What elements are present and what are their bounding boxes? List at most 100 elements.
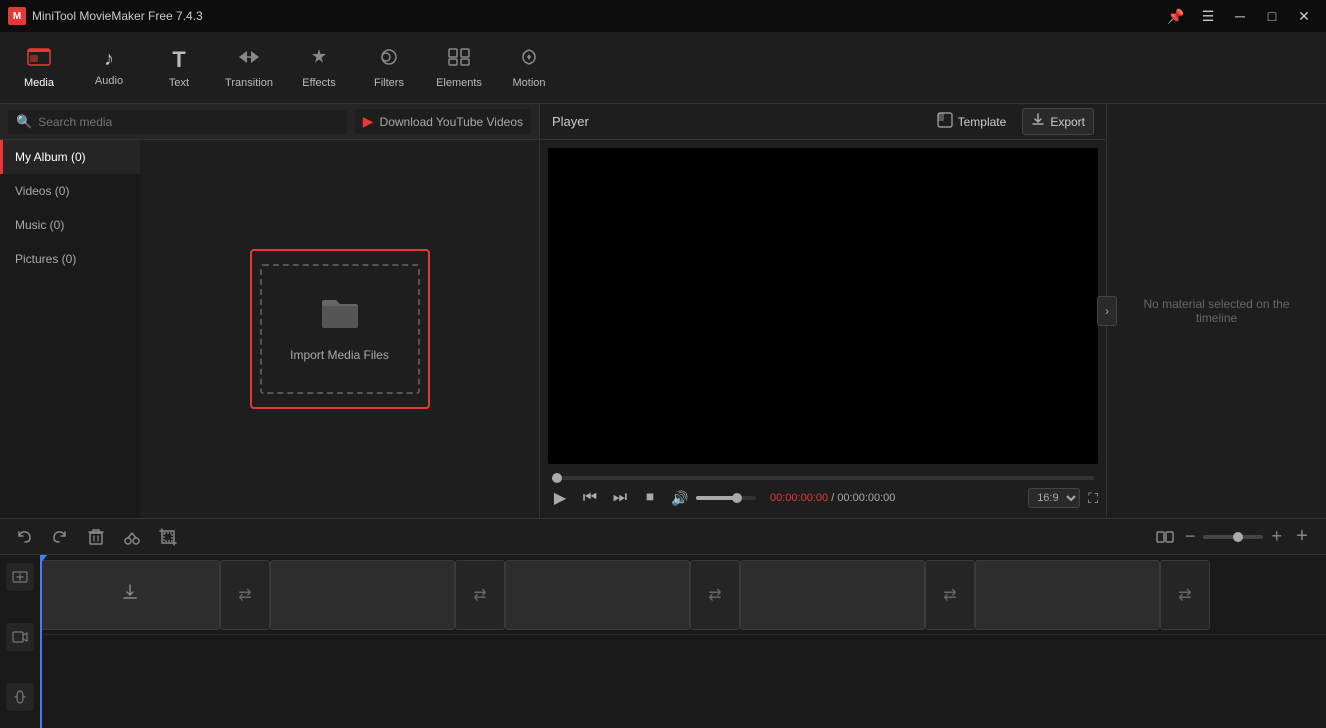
toolbar-item-filters[interactable]: Filters (354, 36, 424, 100)
template-label: Template (958, 115, 1007, 129)
track-labels (0, 555, 40, 728)
template-button[interactable]: Template (929, 108, 1015, 135)
maximize-button[interactable]: □ (1258, 6, 1286, 26)
zoom-handle[interactable] (1233, 532, 1243, 542)
right-area: Player Template (540, 104, 1326, 518)
motion-label: Motion (512, 77, 545, 89)
effects-label: Effects (302, 77, 335, 89)
pin-button[interactable]: 📌 (1162, 6, 1190, 26)
toolbar-item-audio[interactable]: ♪ Audio (74, 36, 144, 100)
audio-track-icon[interactable] (6, 683, 34, 711)
playhead (40, 555, 42, 728)
export-label: Export (1050, 115, 1085, 129)
fullscreen-button[interactable]: ⛶ (1088, 490, 1098, 507)
zoom-slider[interactable] (1203, 535, 1263, 539)
time-current: 00:00:00:00 (770, 492, 828, 504)
add-media-icon[interactable] (6, 563, 34, 591)
search-bar: 🔍 ▶ Download YouTube Videos (0, 104, 539, 140)
undo-button[interactable] (12, 525, 36, 549)
close-button[interactable]: ✕ (1290, 6, 1318, 26)
prev-button[interactable]: ⏮ (578, 486, 602, 510)
segment-download-icon (120, 582, 140, 607)
track-segment-transition-5[interactable]: ⇄ (1160, 560, 1210, 630)
add-track-button[interactable]: + (1290, 525, 1314, 549)
redo-button[interactable] (48, 525, 72, 549)
timeline-tracks: ⇄ ⇄ ⇄ ⇄ (0, 555, 1326, 728)
import-label: Import Media Files (290, 348, 389, 362)
track-segment-3[interactable] (505, 560, 690, 630)
motion-icon (517, 47, 541, 73)
timeline-area: − + + (0, 518, 1326, 728)
search-icon: 🔍 (16, 114, 32, 130)
effects-icon (307, 47, 331, 73)
properties-panel: › No material selected on the timeline (1106, 104, 1326, 518)
track-segment-5[interactable] (975, 560, 1160, 630)
track-segment-main[interactable] (40, 560, 220, 630)
youtube-download-button[interactable]: ▶ Download YouTube Videos (355, 109, 531, 134)
zoom-in-button[interactable]: + (1271, 526, 1282, 547)
sidebar-item-my-album[interactable]: My Album (0) (0, 140, 140, 174)
transition-icon-2: ⇄ (473, 585, 486, 605)
progress-bar[interactable] (552, 476, 1094, 480)
playhead-marker (40, 555, 47, 563)
toolbar-item-media[interactable]: Media (4, 36, 74, 100)
media-icon (27, 47, 51, 73)
menu-button[interactable]: ☰ (1194, 6, 1222, 26)
timeline-toolbar: − + + (0, 519, 1326, 555)
player-section: Player Template (540, 104, 1326, 518)
video-track-icon[interactable] (6, 623, 34, 651)
progress-handle[interactable] (552, 473, 562, 483)
toolbar-item-text[interactable]: T Text (144, 36, 214, 100)
sidebar-item-videos[interactable]: Videos (0) (0, 174, 140, 208)
elements-label: Elements (436, 77, 482, 89)
search-input[interactable] (38, 115, 339, 129)
app-logo: M (8, 7, 26, 25)
transition-label: Transition (225, 77, 273, 89)
crop-button[interactable] (156, 525, 180, 549)
import-media-button[interactable]: Import Media Files (250, 249, 430, 409)
zoom-out-button[interactable]: − (1185, 526, 1196, 547)
track-segment-transition-3[interactable]: ⇄ (690, 560, 740, 630)
export-button[interactable]: Export (1022, 108, 1094, 135)
control-left: ▶ ⏮ ⏭ ⏹ 🔊 (548, 486, 895, 510)
aspect-ratio-select[interactable]: 16:9 9:16 4:3 1:1 (1028, 488, 1080, 508)
export-icon (1031, 113, 1045, 130)
media-label: Media (24, 77, 54, 89)
player-header: Player Template (540, 104, 1106, 140)
sidebar-item-music[interactable]: Music (0) (0, 208, 140, 242)
volume-handle[interactable] (732, 493, 742, 503)
toolbar-item-elements[interactable]: Elements (424, 36, 494, 100)
toolbar-item-motion[interactable]: Motion (494, 36, 564, 100)
minimize-button[interactable]: ─ (1226, 6, 1254, 26)
play-button[interactable]: ▶ (548, 486, 572, 510)
volume-icon[interactable]: 🔊 (668, 486, 692, 510)
video-track-row: ⇄ ⇄ ⇄ ⇄ (40, 555, 1326, 635)
elements-icon (447, 47, 471, 73)
transition-icon-1: ⇄ (238, 585, 251, 605)
audio-track-row (40, 635, 1326, 685)
timeline-toolbar-right: − + + (1153, 525, 1314, 549)
title-bar-controls: 📌 ☰ ─ □ ✕ (1162, 6, 1318, 26)
player-actions: Template Export (929, 108, 1094, 135)
filters-icon (377, 47, 401, 73)
toolbar-item-effects[interactable]: Effects (284, 36, 354, 100)
volume-slider[interactable] (696, 496, 756, 500)
track-segment-4[interactable] (740, 560, 925, 630)
toolbar-item-transition[interactable]: Transition (214, 36, 284, 100)
delete-button[interactable] (84, 525, 108, 549)
youtube-label: Download YouTube Videos (380, 115, 523, 129)
next-button[interactable]: ⏭ (608, 486, 632, 510)
split-view-button[interactable] (1153, 525, 1177, 549)
properties-toggle[interactable]: › (1097, 296, 1117, 326)
control-row: ▶ ⏮ ⏭ ⏹ 🔊 (548, 486, 1098, 510)
timeline-toolbar-left (12, 525, 180, 549)
stop-button[interactable]: ⏹ (638, 486, 662, 510)
track-segment-transition-1[interactable]: ⇄ (220, 560, 270, 630)
track-segment-2[interactable] (270, 560, 455, 630)
track-segment-transition-2[interactable]: ⇄ (455, 560, 505, 630)
time-total: 00:00:00:00 (837, 492, 895, 504)
cut-button[interactable] (120, 525, 144, 549)
sidebar-item-pictures[interactable]: Pictures (0) (0, 242, 140, 276)
transition-icon-5: ⇄ (1178, 585, 1191, 605)
track-segment-transition-4[interactable]: ⇄ (925, 560, 975, 630)
